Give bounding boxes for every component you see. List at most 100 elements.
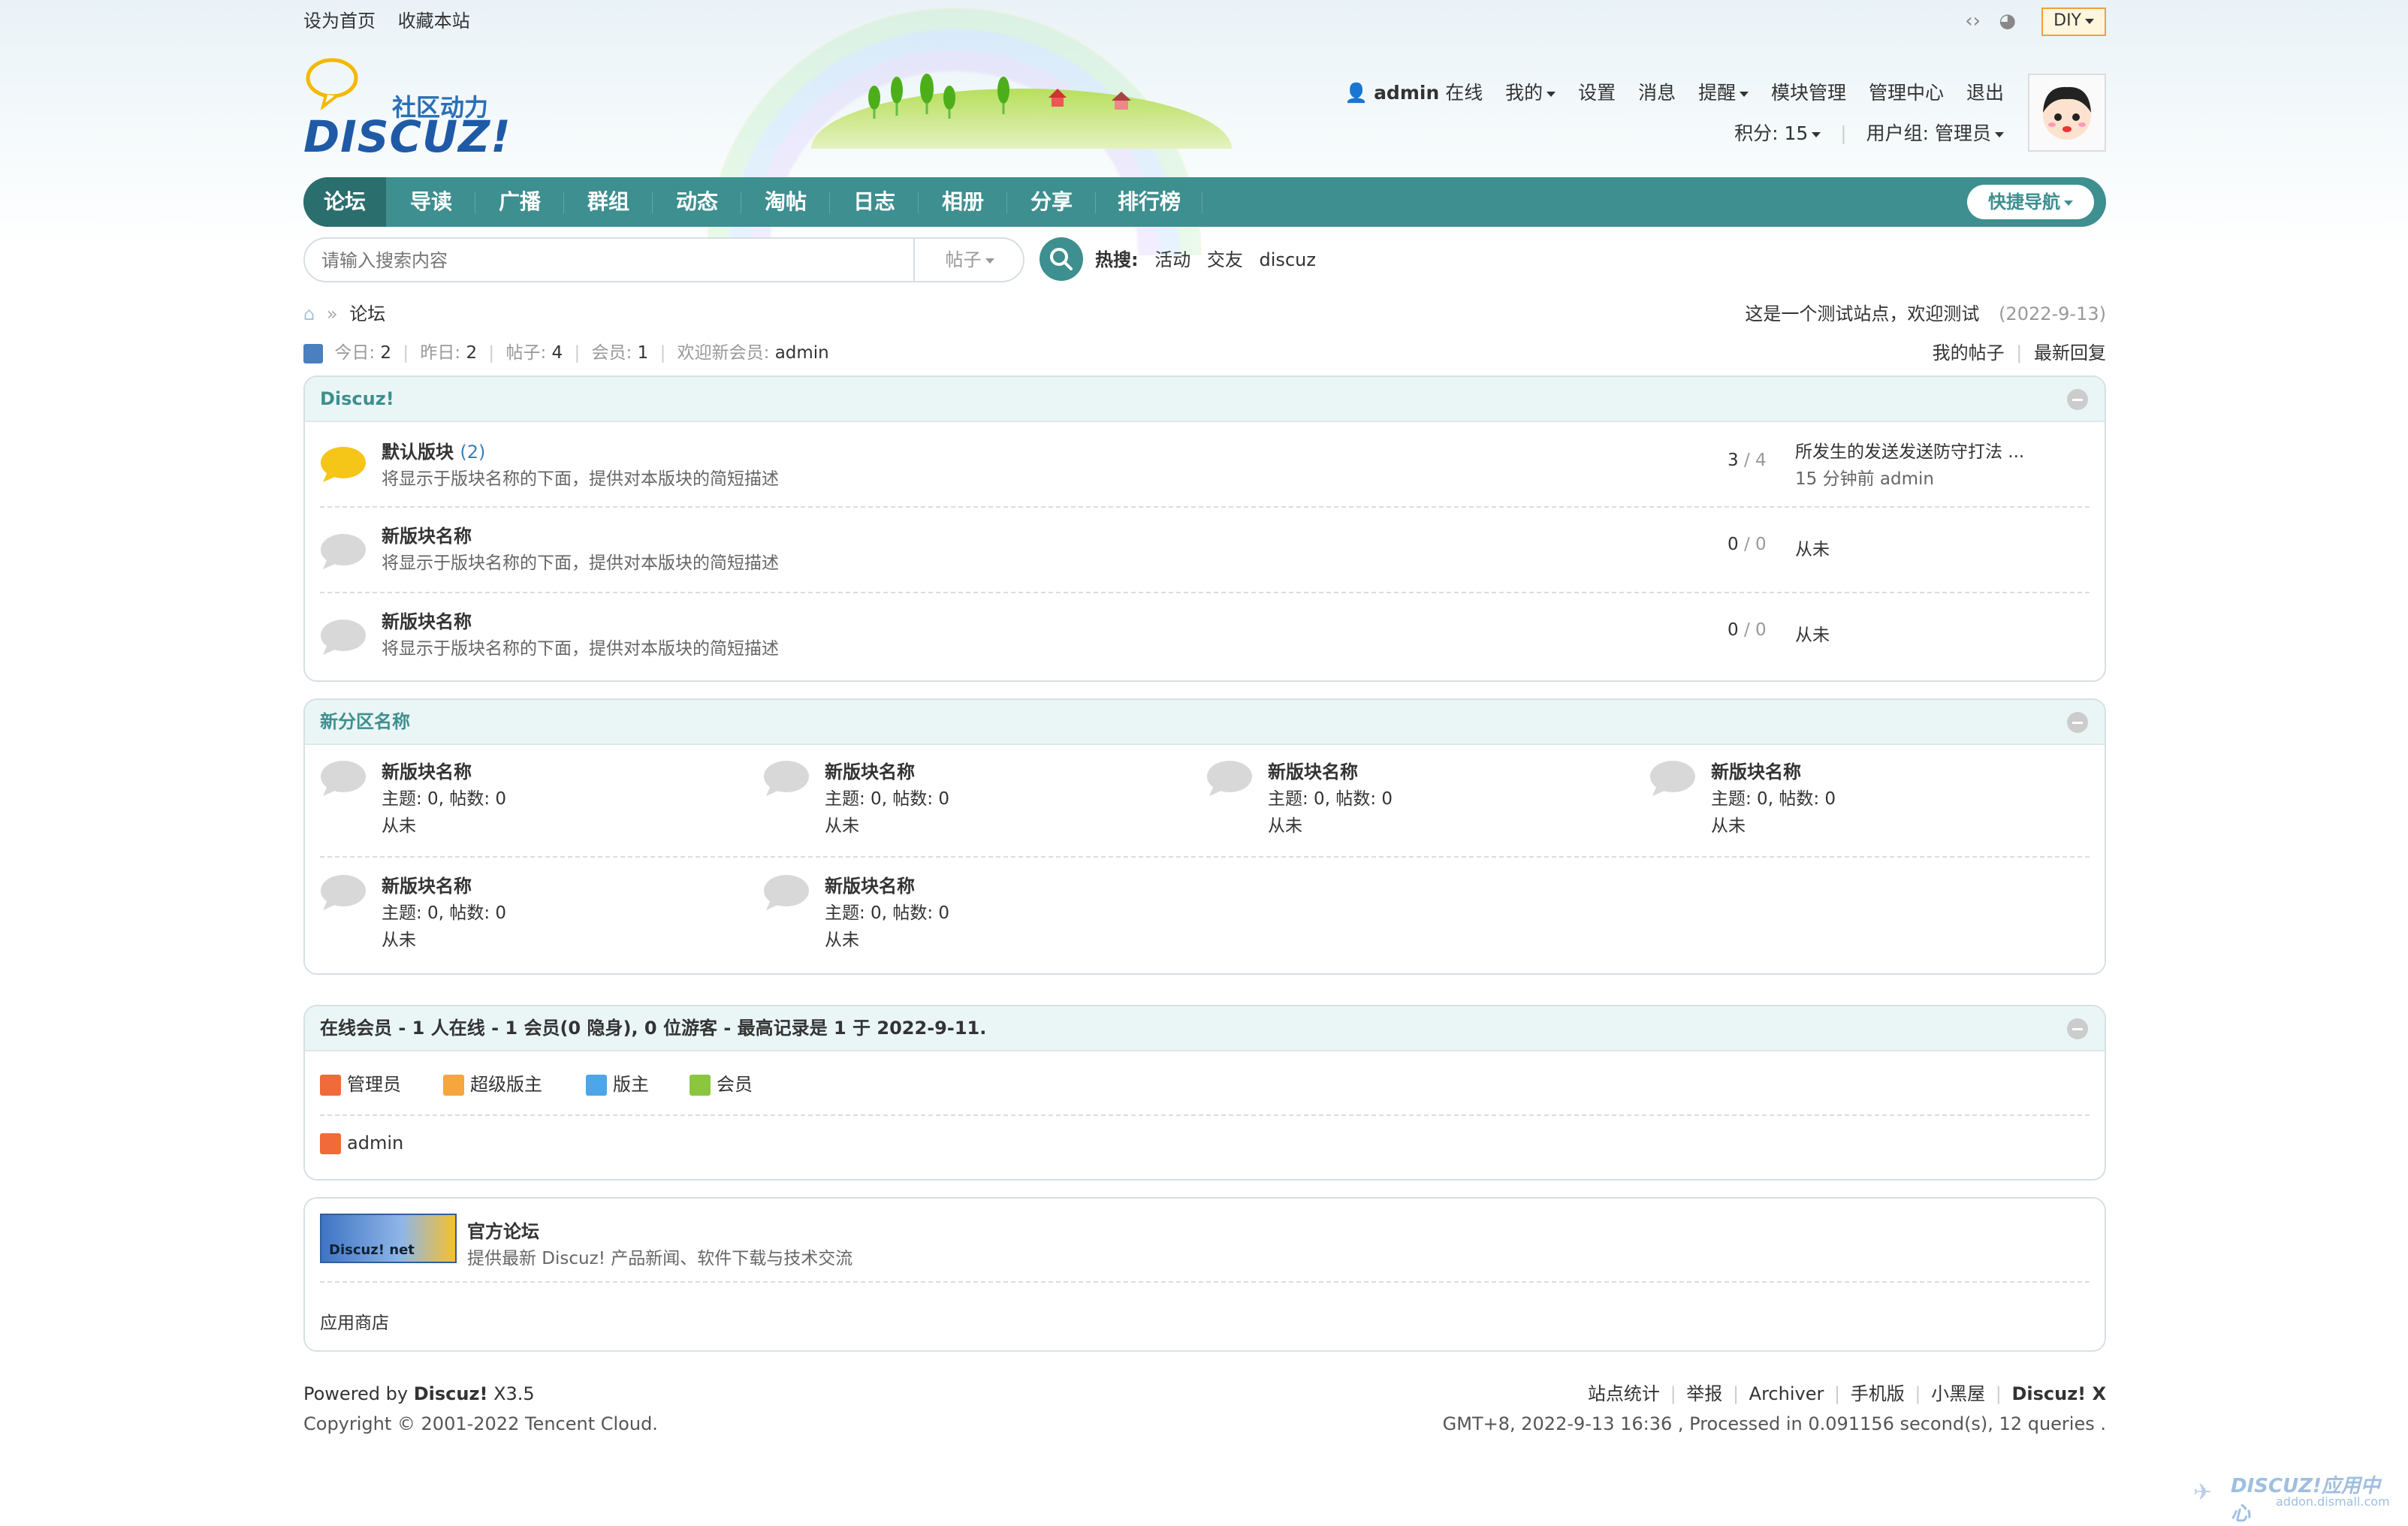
collapse-icon[interactable]: [2067, 712, 2088, 733]
hot-search-term[interactable]: 交友: [1207, 249, 1243, 270]
nav-item-album[interactable]: 相册: [919, 177, 1006, 227]
home-icon[interactable]: ⌂: [303, 303, 315, 324]
member-user-icon: [690, 1075, 711, 1096]
archiver-link[interactable]: Archiver: [1749, 1383, 1824, 1404]
online-header: 在线会员 - 1 人在线 - 1 会员(0 隐身), 0 位游客 - 最高记录是…: [305, 1006, 2105, 1051]
discuz-brand-link[interactable]: Discuz!: [414, 1383, 488, 1404]
my-menu[interactable]: 我的: [1505, 82, 1556, 104]
last-post-never: 从未: [825, 930, 859, 950]
discuz-x-link[interactable]: Discuz! X: [2011, 1383, 2106, 1404]
hot-search-term[interactable]: 活动: [1154, 249, 1190, 270]
usergroup-menu[interactable]: 用户组: 管理员: [1866, 122, 2004, 144]
forum-name-link[interactable]: 新版块名称: [382, 521, 472, 547]
forum-name-link[interactable]: 默认版块 (2): [382, 437, 485, 463]
stat-members-label: 会员:: [591, 343, 632, 363]
legend-member: 会员: [690, 1069, 753, 1096]
link-text-row: 应用商店: [320, 1283, 2090, 1350]
category-title[interactable]: Discuz!: [320, 388, 394, 409]
search-input[interactable]: [320, 245, 909, 276]
collapse-icon[interactable]: [2067, 1018, 2088, 1039]
block-manage-link[interactable]: 模块管理: [1771, 82, 1846, 104]
divider: |: [1670, 1383, 1676, 1404]
breadcrumb: ⌂ » 论坛: [303, 299, 385, 329]
discuz-net-banner[interactable]: Discuz! net: [320, 1214, 457, 1263]
last-post-title[interactable]: 所发生的发送发送防守打法 ...: [1795, 437, 2024, 463]
discuz-version: X3.5: [493, 1383, 535, 1404]
blacklist-link[interactable]: 小黑屋: [1931, 1383, 1985, 1404]
forum-stats: 主题: 0, 帖数: 0: [382, 903, 507, 923]
logo-brand: DISCUZ!: [303, 111, 511, 162]
nav-separator: [563, 192, 564, 213]
category-new: 新分区名称 新版块名称 主题: 0, 帖数: 0 从未 新版块名称 主题: 0,…: [303, 698, 2106, 975]
hot-search-term[interactable]: discuz: [1260, 249, 1316, 270]
forum-post-count: 0: [1755, 535, 1767, 554]
plane-icon: ✈: [2193, 1479, 2213, 1506]
forum-stats: 今日: 2 | 昨日: 2 | 帖子: 4 | 会员: 1 | 欢迎新会员: a…: [303, 338, 829, 368]
username-link[interactable]: admin: [1374, 82, 1439, 104]
online-title[interactable]: 在线会员 - 1 人在线 - 1 会员(0 隐身), 0 位游客 - 最高记录是…: [320, 1018, 986, 1039]
forum-name-link[interactable]: 新版块名称: [382, 607, 472, 633]
latest-replies-link[interactable]: 最新回复: [2034, 342, 2106, 363]
online-user[interactable]: admin: [320, 1132, 403, 1154]
forum-name-link[interactable]: 新版块名称: [1268, 757, 1358, 783]
copyright[interactable]: Copyright © 2001-2022 Tencent Cloud.: [303, 1413, 658, 1434]
search-type-label: 帖子: [945, 249, 982, 270]
category-header: 新分区名称: [305, 700, 2105, 745]
admin-center-link[interactable]: 管理中心: [1869, 82, 1944, 104]
nav-item-activity[interactable]: 动态: [653, 177, 741, 227]
search-button[interactable]: [1040, 237, 1083, 281]
official-forum-link[interactable]: 官方论坛: [467, 1217, 539, 1243]
online-status: 在线: [1445, 82, 1483, 104]
notice-text[interactable]: 这是一个测试站点，欢迎测试: [1745, 303, 1979, 324]
nav-item-blog[interactable]: 日志: [831, 177, 918, 227]
report-link[interactable]: 举报: [1686, 1383, 1722, 1404]
nav-item-collections[interactable]: 淘帖: [742, 177, 829, 227]
count-separator: /: [1743, 451, 1750, 470]
forum-name-link[interactable]: 新版块名称: [825, 871, 915, 897]
nav-item-forum[interactable]: 论坛: [303, 177, 386, 227]
forum-counts: 3 / 4: [1728, 451, 1767, 470]
forum-name-link[interactable]: 新版块名称: [825, 757, 915, 783]
forum-icon: [1207, 761, 1252, 796]
stats-link[interactable]: 站点统计: [1588, 1383, 1660, 1404]
forum-name-link[interactable]: 新版块名称: [382, 757, 472, 783]
legend-label: 管理员: [347, 1074, 401, 1095]
forum-name-link[interactable]: 新版块名称: [1711, 757, 1801, 783]
messages-link[interactable]: 消息: [1638, 82, 1676, 104]
forum-icon: [764, 875, 809, 910]
points-menu[interactable]: 积分: 15: [1734, 122, 1821, 144]
legend-mod: 版主: [586, 1069, 649, 1096]
logout-link[interactable]: 退出: [1966, 82, 2004, 104]
mod-user-icon: [586, 1075, 607, 1096]
last-post-time[interactable]: 15 分钟前 admin: [1795, 464, 1934, 490]
nav-item-groups[interactable]: 群组: [565, 177, 652, 227]
app-store-link[interactable]: 应用商店: [320, 1308, 389, 1334]
remind-menu[interactable]: 提醒: [1698, 82, 1749, 104]
nav-item-share[interactable]: 分享: [1008, 177, 1095, 227]
forum-grid-row: 新版块名称 主题: 0, 帖数: 0 从未 新版块名称 主题: 0, 帖数: 0…: [320, 858, 2090, 969]
mobile-link[interactable]: 手机版: [1851, 1383, 1905, 1404]
addon-watermark: ✈ DISCUZ!应用中心 addon.dismall.com: [2193, 1469, 2396, 1525]
collapse-icon[interactable]: [2067, 389, 2088, 410]
my-posts-link[interactable]: 我的帖子: [1933, 342, 2005, 363]
divider: |: [1833, 1383, 1841, 1404]
breadcrumb-current[interactable]: 论坛: [349, 303, 385, 324]
avatar[interactable]: [2028, 74, 2106, 152]
last-post-never: 从未: [382, 930, 416, 950]
settings-link[interactable]: 设置: [1578, 82, 1616, 104]
stat-today-label: 今日:: [334, 343, 376, 363]
nav-item-broadcast[interactable]: 广播: [476, 177, 563, 227]
nav-item-guide[interactable]: 导读: [388, 177, 475, 227]
quick-nav-button[interactable]: 快捷导航: [1967, 185, 2094, 219]
user-icon: 👤: [1344, 82, 1368, 104]
usergroup-label: 用户组: 管理员: [1866, 122, 1991, 144]
site-logo[interactable]: 社区动力 DISCUZ!: [303, 57, 511, 162]
newest-member-link[interactable]: admin: [775, 343, 829, 363]
forum-name-link[interactable]: 新版块名称: [382, 871, 472, 897]
category-title[interactable]: 新分区名称: [320, 711, 410, 732]
nav-item-ranking[interactable]: 排行榜: [1097, 177, 1202, 227]
chart-icon: [303, 343, 323, 363]
caret-down-icon: [1546, 91, 1556, 97]
search-type-select[interactable]: 帖子: [913, 239, 1024, 281]
my-label: 我的: [1505, 82, 1543, 104]
